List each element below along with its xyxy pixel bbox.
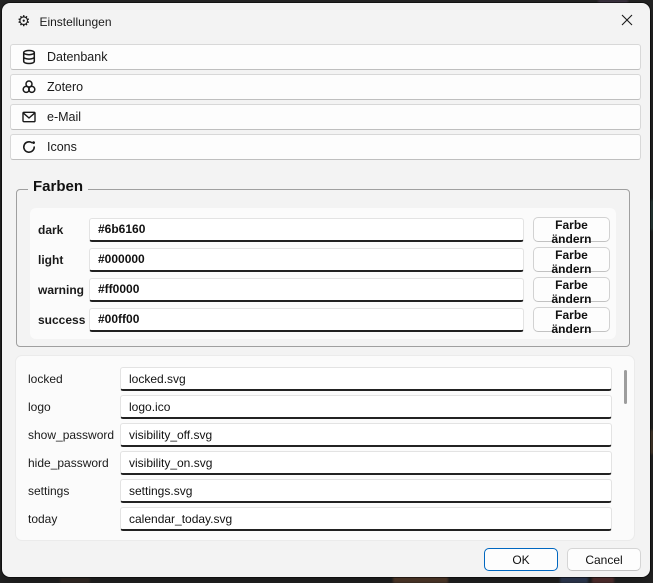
background-artifact <box>60 578 90 583</box>
icon-row-today: today <box>28 507 612 531</box>
icon-file-label: logo <box>28 400 120 414</box>
cancel-button[interactable]: Cancel <box>567 548 641 571</box>
database-icon <box>21 49 37 65</box>
close-icon <box>621 14 633 26</box>
section-label: Datenbank <box>47 50 107 64</box>
icon-file-label: locked <box>28 372 120 386</box>
section-button-zotero[interactable]: Zotero <box>10 74 641 100</box>
scrollbar-thumb[interactable] <box>624 370 627 404</box>
change-color-button-dark[interactable]: Farbe ändern <box>533 217 610 242</box>
icon-row-show-password: show_password <box>28 423 612 447</box>
icon-file-label: hide_password <box>28 456 120 470</box>
icon-file-input-settings[interactable] <box>120 479 612 503</box>
section-list: Datenbank Zotero <box>2 40 650 160</box>
refresh-icon <box>21 139 37 155</box>
zotero-icon <box>21 79 37 95</box>
icon-file-label: settings <box>28 484 120 498</box>
section-button-icons[interactable]: Icons <box>10 134 641 160</box>
icon-row-locked: locked <box>28 367 612 391</box>
color-row-dark: dark Farbe ändern <box>36 217 610 242</box>
color-input-light[interactable] <box>89 248 524 272</box>
settings-dialog: ⚙ Einstellungen Datenbank <box>2 3 650 577</box>
titlebar: ⚙ Einstellungen <box>2 3 650 40</box>
section-button-datenbank[interactable]: Datenbank <box>10 44 641 70</box>
farben-groupbox: Farben dark Farbe ändern light Farbe änd… <box>16 189 630 347</box>
icon-file-input-hide-password[interactable] <box>120 451 612 475</box>
dialog-footer: OK Cancel <box>484 548 641 571</box>
change-color-button-success[interactable]: Farbe ändern <box>533 307 610 332</box>
color-row-warning: warning Farbe ändern <box>36 277 610 302</box>
desktop-background: ⚙ Einstellungen Datenbank <box>0 0 653 583</box>
section-button-email[interactable]: e-Mail <box>10 104 641 130</box>
icon-row-hide-password: hide_password <box>28 451 612 475</box>
background-artifact <box>393 576 448 583</box>
color-input-warning[interactable] <box>89 278 524 302</box>
background-artifact <box>560 576 588 583</box>
icon-file-label: today <box>28 512 120 526</box>
color-row-success: success Farbe ändern <box>36 307 610 332</box>
icon-file-label: show_password <box>28 428 120 442</box>
background-artifact <box>592 576 614 583</box>
color-input-dark[interactable] <box>89 218 524 242</box>
icon-file-input-locked[interactable] <box>120 367 612 391</box>
icon-row-logo: logo <box>28 395 612 419</box>
gear-icon: ⚙ <box>17 14 30 29</box>
mail-icon <box>21 109 37 125</box>
color-input-success[interactable] <box>89 308 524 332</box>
section-label: Icons <box>47 140 77 154</box>
color-label: dark <box>36 223 89 237</box>
ok-button[interactable]: OK <box>484 548 558 571</box>
color-row-light: light Farbe ändern <box>36 247 610 272</box>
change-color-button-warning[interactable]: Farbe ändern <box>533 277 610 302</box>
icon-file-input-today[interactable] <box>120 507 612 531</box>
section-label: Zotero <box>47 80 83 94</box>
change-color-button-light[interactable]: Farbe ändern <box>533 247 610 272</box>
color-label: light <box>36 253 89 267</box>
icon-row-settings: settings <box>28 479 612 503</box>
window-title: Einstellungen <box>39 15 111 29</box>
icon-file-input-show-password[interactable] <box>120 423 612 447</box>
color-label: warning <box>36 283 89 297</box>
color-label: success <box>36 313 89 327</box>
close-button[interactable] <box>604 3 650 36</box>
icon-file-input-logo[interactable] <box>120 395 612 419</box>
icon-files-list: locked logo show_password hide_password … <box>16 356 634 540</box>
section-label: e-Mail <box>47 110 81 124</box>
farben-title: Farben <box>28 178 88 195</box>
farben-panel: dark Farbe ändern light Farbe ändern war… <box>30 208 616 339</box>
